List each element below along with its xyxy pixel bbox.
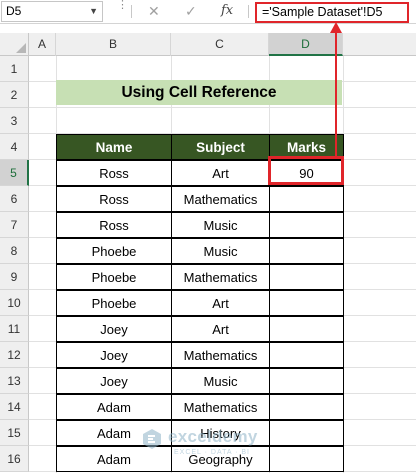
table-cell[interactable]: Joey [56, 342, 172, 368]
table-cell[interactable] [269, 368, 344, 394]
watermark-tagline: EXCEL · DATA · BI [174, 449, 250, 456]
exceldemy-watermark: exceldemy EXCEL · DATA · BI [140, 425, 300, 465]
gridline [29, 107, 416, 108]
table-cell[interactable]: Ross [56, 186, 172, 212]
row-header-11[interactable]: 11 [0, 316, 29, 342]
cancel-icon[interactable]: ✕ [148, 2, 160, 20]
row-header-4[interactable]: 4 [0, 134, 29, 160]
table-cell[interactable]: Art [171, 290, 270, 316]
column-header-d[interactable]: D [269, 33, 343, 56]
name-box-value: D5 [6, 4, 22, 18]
column-header-c[interactable]: C [171, 33, 269, 56]
table-cell[interactable] [269, 264, 344, 290]
table-cell[interactable] [269, 238, 344, 264]
insert-function-icon[interactable]: fx [221, 2, 233, 20]
sheet-title: Using Cell Reference [56, 80, 342, 105]
table-cell[interactable]: Adam [56, 394, 172, 420]
table-header-cell[interactable]: Name [56, 134, 172, 160]
row-header-16[interactable]: 16 [0, 446, 29, 472]
table-header-cell[interactable]: Subject [171, 134, 270, 160]
table-cell[interactable]: Art [171, 316, 270, 342]
row-header-10[interactable]: 10 [0, 290, 29, 316]
table-cell[interactable]: Music [171, 238, 270, 264]
table-cell[interactable] [269, 342, 344, 368]
row-header-7[interactable]: 7 [0, 212, 29, 238]
column-header-a[interactable]: A [29, 33, 56, 56]
separator [131, 5, 132, 18]
row-header-8[interactable]: 8 [0, 238, 29, 264]
chevron-down-icon[interactable]: ▼ [89, 2, 98, 21]
table-cell[interactable]: Phoebe [56, 264, 172, 290]
table-cell[interactable]: Mathematics [171, 186, 270, 212]
table-cell[interactable]: Ross [56, 160, 172, 186]
row-header-5[interactable]: 5 [0, 160, 29, 186]
table-cell[interactable]: Art [171, 160, 270, 186]
row-header-3[interactable]: 3 [0, 108, 29, 134]
table-cell[interactable]: Ross [56, 212, 172, 238]
column-header-b[interactable]: B [56, 33, 171, 56]
formula-input[interactable]: ='Sample Dataset'!D5 [255, 2, 409, 23]
column-header-bar: A B C D [0, 33, 416, 56]
table-cell[interactable] [269, 394, 344, 420]
select-all-icon [16, 43, 26, 53]
enter-icon[interactable]: ✓ [185, 2, 197, 20]
row-header-14[interactable]: 14 [0, 394, 29, 420]
watermark-name: exceldemy [168, 427, 258, 446]
table-cell[interactable]: Mathematics [171, 394, 270, 420]
table-cell[interactable]: Mathematics [171, 342, 270, 368]
drag-handle-icon[interactable]: ⋮ [117, 0, 128, 11]
table-cell[interactable]: Mathematics [171, 264, 270, 290]
table-cell[interactable]: Music [171, 212, 270, 238]
table-cell[interactable]: Phoebe [56, 290, 172, 316]
row-header-1[interactable]: 1 [0, 56, 29, 82]
table-cell[interactable] [269, 290, 344, 316]
row-header-15[interactable]: 15 [0, 420, 29, 446]
table-cell[interactable]: Phoebe [56, 238, 172, 264]
formula-bar: D5 ▼ ⋮ ✕ ✓ fx ='Sample Dataset'!D5 [0, 0, 416, 24]
table-cell[interactable] [269, 186, 344, 212]
table-cell[interactable]: Music [171, 368, 270, 394]
separator [248, 5, 249, 18]
table-cell[interactable] [269, 212, 344, 238]
table-cell[interactable] [269, 316, 344, 342]
name-box[interactable]: D5 ▼ [1, 1, 103, 22]
row-header-12[interactable]: 12 [0, 342, 29, 368]
row-header-9[interactable]: 9 [0, 264, 29, 290]
arrow-up-icon [330, 22, 342, 33]
reference-arrow [335, 31, 337, 156]
select-all-corner[interactable] [0, 33, 29, 56]
row-header-13[interactable]: 13 [0, 368, 29, 394]
row-header-2[interactable]: 2 [0, 82, 29, 108]
table-cell[interactable]: Joey [56, 368, 172, 394]
table-cell[interactable]: Joey [56, 316, 172, 342]
row-header-6[interactable]: 6 [0, 186, 29, 212]
exceldemy-logo-icon [143, 429, 161, 449]
selected-cell-highlight [268, 156, 344, 185]
